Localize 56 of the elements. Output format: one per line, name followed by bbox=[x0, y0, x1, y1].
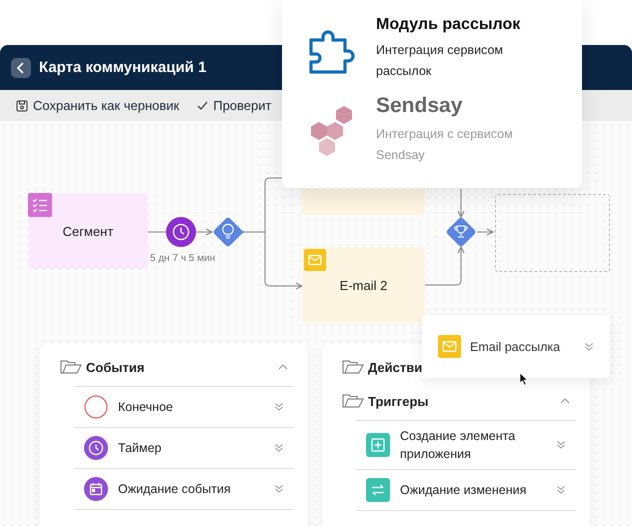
chevron-left-icon bbox=[16, 62, 26, 74]
double-chevron-icon[interactable] bbox=[274, 484, 284, 494]
group-title: Триггеры bbox=[368, 394, 430, 408]
palette-item[interactable]: Ожидание изменения bbox=[356, 470, 576, 511]
connector-arrow bbox=[457, 188, 465, 218]
group-title: События bbox=[86, 360, 146, 374]
integration-description: Интеграция сервисом рассылок bbox=[376, 42, 504, 80]
swap-arrows-icon bbox=[366, 478, 390, 502]
clock-icon bbox=[84, 436, 108, 460]
folder-icon bbox=[60, 359, 82, 375]
integration-title: Sendsay bbox=[376, 94, 464, 118]
circle-icon bbox=[84, 395, 108, 419]
item-label: Email рассылка bbox=[470, 340, 562, 354]
folder-icon bbox=[342, 359, 364, 375]
palette-item[interactable]: Ожидание события bbox=[74, 469, 294, 510]
integration-option[interactable]: Модуль рассылок Интеграция сервисом рассылок bbox=[306, 16, 560, 82]
email-node[interactable] bbox=[302, 189, 425, 215]
envelope-icon bbox=[438, 335, 461, 358]
folder-icon bbox=[342, 393, 364, 409]
back-button[interactable] bbox=[11, 58, 31, 78]
segment-node[interactable]: Сегмент bbox=[28, 193, 148, 269]
checkmark-icon bbox=[197, 100, 208, 110]
timer-node-icon[interactable] bbox=[166, 217, 196, 247]
connector-arrow bbox=[476, 228, 494, 236]
empty-drop-zone[interactable] bbox=[495, 194, 610, 272]
chevron-up-icon[interactable] bbox=[560, 397, 570, 405]
item-label: Создание элемента приложения bbox=[400, 428, 516, 463]
email-node[interactable]: E-mail 2 bbox=[302, 247, 425, 323]
item-label: Таймер bbox=[118, 440, 163, 457]
dragged-item-card[interactable]: Email рассылка bbox=[422, 315, 610, 378]
double-chevron-icon[interactable] bbox=[556, 485, 566, 495]
item-label: Конечное bbox=[118, 399, 174, 416]
connector-arrow bbox=[196, 228, 213, 236]
chevron-up-icon[interactable] bbox=[278, 363, 288, 371]
window-title: Карта коммуникаций 1 bbox=[39, 59, 206, 76]
check-button[interactable]: Проверит bbox=[197, 98, 272, 113]
plus-square-icon bbox=[366, 433, 390, 457]
envelope-icon bbox=[304, 249, 326, 271]
double-chevron-icon[interactable] bbox=[274, 443, 284, 453]
calendar-icon bbox=[84, 477, 108, 501]
save-draft-button[interactable]: Сохранить как черновик bbox=[16, 98, 180, 113]
timer-label: 5 дн 7 ч 5 мин bbox=[150, 253, 214, 264]
double-chevron-icon[interactable] bbox=[584, 342, 594, 352]
palette-item[interactable]: Создание элемента приложения bbox=[356, 421, 576, 470]
integration-description: Интеграция с сервисом Sendsay bbox=[376, 126, 514, 164]
connector-arrow bbox=[424, 246, 465, 286]
group-title: Действи bbox=[368, 360, 424, 374]
item-label: Ожидание изменения bbox=[400, 482, 528, 499]
palette-item[interactable]: Таймер bbox=[74, 428, 294, 469]
double-chevron-icon[interactable] bbox=[556, 440, 566, 450]
palette-item[interactable]: Конечное bbox=[74, 387, 294, 428]
double-chevron-icon[interactable] bbox=[274, 402, 284, 412]
integration-title: Модуль рассылок bbox=[376, 16, 522, 34]
mouse-cursor-icon bbox=[519, 372, 529, 386]
item-label: Ожидание события bbox=[118, 481, 232, 498]
checklist-icon bbox=[28, 193, 52, 217]
